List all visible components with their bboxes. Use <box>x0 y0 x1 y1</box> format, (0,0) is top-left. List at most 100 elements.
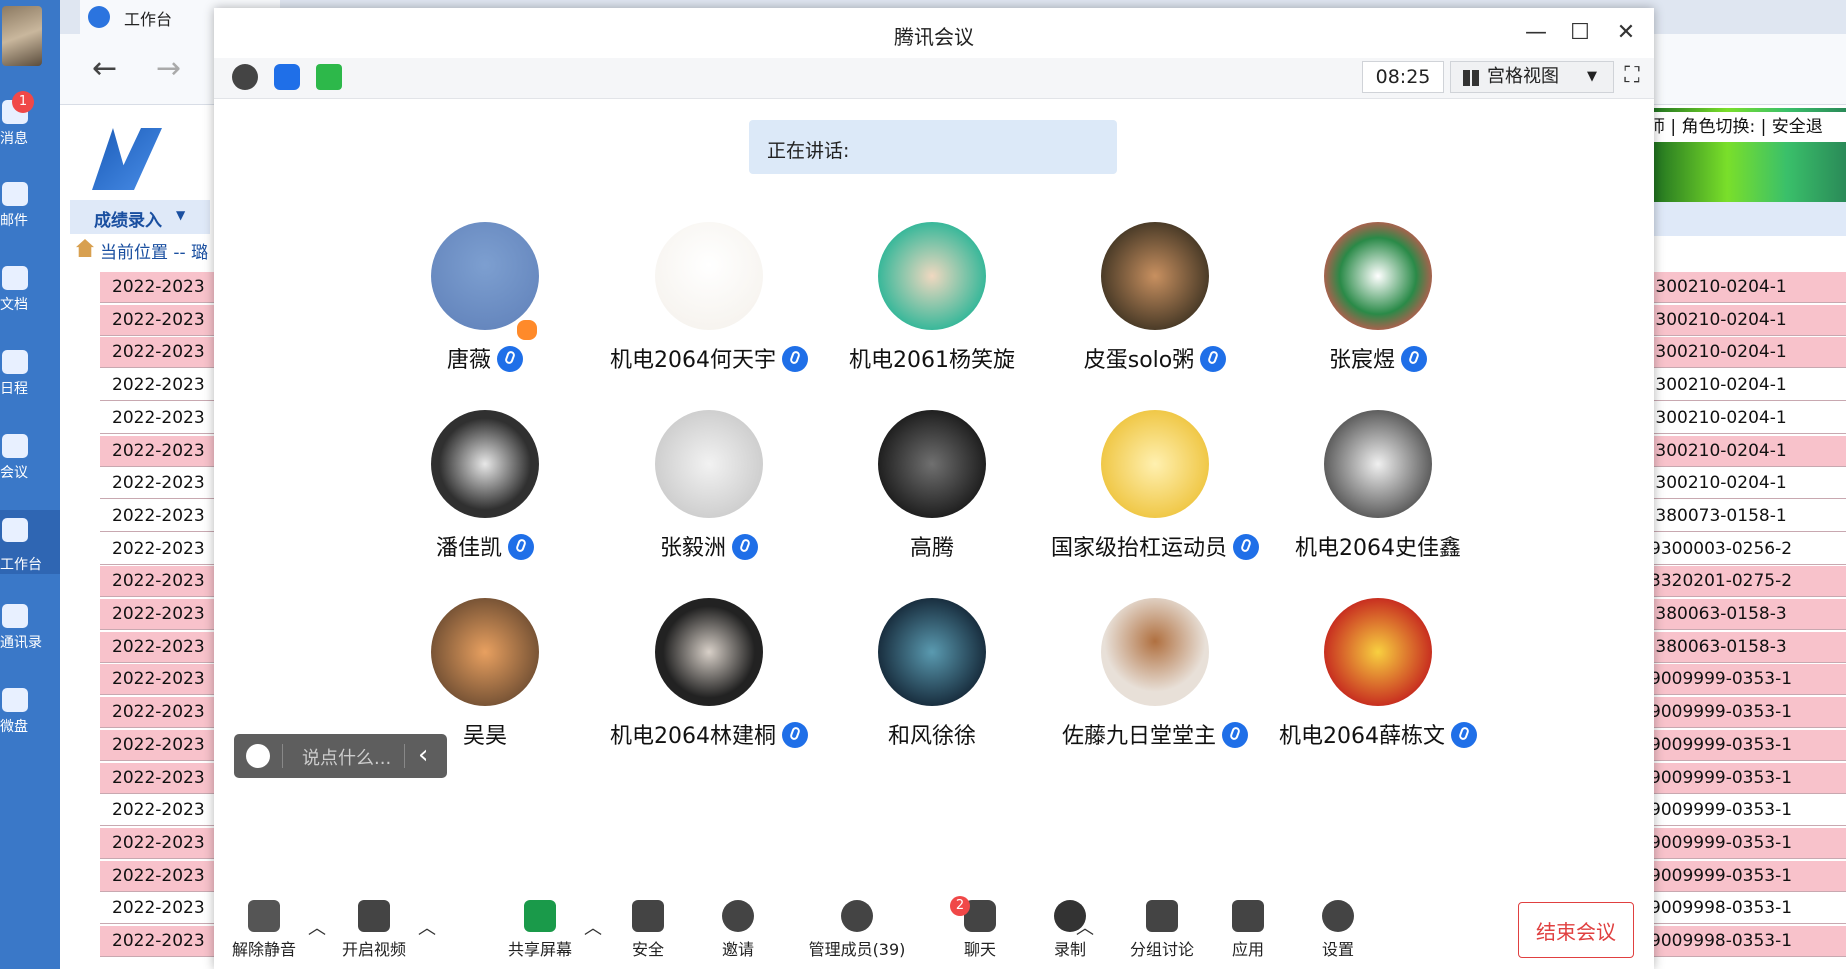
signal-icon[interactable] <box>316 64 342 90</box>
start-video-button[interactable]: 开启视频 <box>324 886 424 969</box>
table-cell: 9009999-0353-1 <box>1648 664 1846 696</box>
apps-label: 应用 <box>1231 940 1264 959</box>
sidebar-item-workbench[interactable]: 工作台 <box>0 510 60 574</box>
video-label: 开启视频 <box>341 940 406 959</box>
participant-tile[interactable]: 皮蛋solo粥 <box>1045 222 1265 382</box>
table-cell: 9009999-0353-1 <box>1648 827 1846 859</box>
breakout-label: 分组讨论 <box>1129 940 1194 959</box>
sidebar-item-docs[interactable]: 文档 <box>0 264 60 328</box>
settings-label: 设置 <box>1321 940 1354 959</box>
participant-tile[interactable]: 高腾 <box>822 410 1042 570</box>
participant-avatar <box>1324 410 1432 518</box>
sidebar-item-label: 消息 <box>0 131 28 147</box>
participant-tile[interactable]: 张毅洲 <box>599 410 819 570</box>
participant-tile[interactable]: 潘佳凯 <box>375 410 595 570</box>
microphone-icon <box>1200 346 1227 372</box>
invite-button[interactable]: 邀请 <box>688 886 788 969</box>
shield-icon[interactable] <box>274 64 300 90</box>
participant-name-row: 潘佳凯 <box>375 530 595 562</box>
add-user-icon <box>722 900 754 932</box>
unmute-button[interactable]: 解除静音 <box>214 886 314 969</box>
share-options-chevron-icon[interactable]: ︿ <box>584 914 602 940</box>
sidebar-item-calendar[interactable]: 日程 <box>0 348 60 412</box>
chat-label: 聊天 <box>963 940 996 959</box>
participant-name-row: 机电2064林建桐 <box>599 718 819 750</box>
gear-icon <box>1322 900 1354 932</box>
participant-avatar <box>878 222 986 330</box>
participant-avatar <box>1101 598 1209 706</box>
record-button[interactable]: 录制 <box>1020 886 1120 969</box>
participant-tile[interactable]: 和风徐徐 <box>822 598 1042 758</box>
participant-tile[interactable]: 机电2061杨笑旋 <box>822 222 1042 382</box>
back-arrow-icon[interactable]: ← <box>92 54 117 84</box>
close-icon[interactable]: ✕ <box>1604 16 1648 50</box>
info-icon[interactable] <box>232 64 258 90</box>
table-cell: .300210-0204-1 <box>1648 304 1846 336</box>
share-screen-button[interactable]: 共享屏幕 <box>490 886 590 969</box>
role-switch-bar[interactable]: 师 | 角色切换: | 安全退 <box>1648 112 1846 142</box>
chat-unread-badge: 2 <box>950 896 970 916</box>
participant-name: 吴昊 <box>462 724 507 749</box>
table-cell: 9300003-0256-2 <box>1648 533 1846 565</box>
participant-name: 皮蛋solo粥 <box>1083 348 1195 373</box>
table-cell: 2022-2023 <box>100 827 215 859</box>
menu-score-entry[interactable]: 成绩录入 ▼ <box>70 200 210 234</box>
chevron-left-icon[interactable]: ‹ <box>418 740 428 770</box>
fullscreen-icon[interactable]: ⛶ <box>1618 62 1646 90</box>
participant-name-row: 唐薇 <box>375 342 595 374</box>
maximize-icon[interactable]: ☐ <box>1558 16 1602 50</box>
settings-button[interactable]: 设置 <box>1288 886 1388 969</box>
sidebar-item-drive[interactable]: 微盘 <box>0 686 60 750</box>
tab-label: 工作台 <box>124 10 173 29</box>
participant-tile[interactable]: 国家级抬杠运动员 <box>1045 410 1265 570</box>
chat-quick-input[interactable]: 说点什么... ‹ <box>234 734 447 778</box>
meeting-timer: 08:25 <box>1362 61 1444 93</box>
security-label: 安全 <box>631 940 664 959</box>
members-icon <box>841 900 873 932</box>
shield-icon <box>632 900 664 932</box>
minimize-icon[interactable]: — <box>1514 16 1558 50</box>
table-cell: 9009999-0353-1 <box>1648 729 1846 761</box>
manage-members-button[interactable]: 管理成员(39) <box>792 886 922 969</box>
user-avatar[interactable] <box>2 6 42 66</box>
participant-name-row: 张宸煜 <box>1268 342 1488 374</box>
record-label: 录制 <box>1053 940 1086 959</box>
sidebar-item-contacts[interactable]: 通讯录 <box>0 602 60 666</box>
sidebar-item-mail[interactable]: 邮件 <box>0 180 60 244</box>
table-cell: 2022-2023 <box>100 664 215 696</box>
emoji-icon[interactable] <box>246 744 270 768</box>
participant-tile[interactable]: 唐薇 <box>375 222 595 382</box>
table-cell: 3320201-0275-2 <box>1648 566 1846 598</box>
workbench-icon <box>88 6 110 28</box>
end-meeting-label: 结束会议 <box>1536 920 1616 944</box>
microphone-icon <box>732 534 758 560</box>
participant-tile[interactable]: 张宸煜 <box>1268 222 1488 382</box>
security-button[interactable]: 安全 <box>598 886 698 969</box>
forward-arrow-icon[interactable]: → <box>156 54 181 84</box>
record-options-chevron-icon[interactable]: ︿ <box>1076 914 1094 940</box>
apps-button[interactable]: 应用 <box>1198 886 1298 969</box>
meeting-icon <box>2 434 28 458</box>
microphone-muted-icon <box>248 900 280 932</box>
microphone-icon <box>1233 534 1259 560</box>
participant-tile[interactable]: 机电2064史佳鑫 <box>1268 410 1488 570</box>
view-mode-label: 宫格视图 <box>1487 66 1559 87</box>
table-cell: .300210-0204-1 <box>1648 337 1846 369</box>
view-mode-button[interactable]: 宫格视图 ▼ <box>1450 61 1614 93</box>
participant-tile[interactable]: 机电2064薛栋文 <box>1268 598 1488 758</box>
participant-tile[interactable]: 佐藤九日堂堂主 <box>1045 598 1265 758</box>
end-meeting-button[interactable]: 结束会议 <box>1518 902 1634 958</box>
chat-button[interactable]: 聊天 <box>930 886 1030 969</box>
host-icon <box>515 318 539 342</box>
apps-icon <box>1232 900 1264 932</box>
participant-name-row: 机电2064何天宇 <box>599 342 819 374</box>
breakout-button[interactable]: 分组讨论 <box>1112 886 1212 969</box>
participant-tile[interactable]: 机电2064何天宇 <box>599 222 819 382</box>
audio-options-chevron-icon[interactable]: ︿ <box>308 914 326 940</box>
participant-tile[interactable]: 机电2064林建桐 <box>599 598 819 758</box>
participant-avatar <box>1101 410 1209 518</box>
table-cell: 9009999-0353-1 <box>1648 795 1846 827</box>
video-options-chevron-icon[interactable]: ︿ <box>418 914 436 940</box>
participant-name: 唐薇 <box>446 348 491 373</box>
sidebar-item-meeting[interactable]: 会议 <box>0 432 60 496</box>
